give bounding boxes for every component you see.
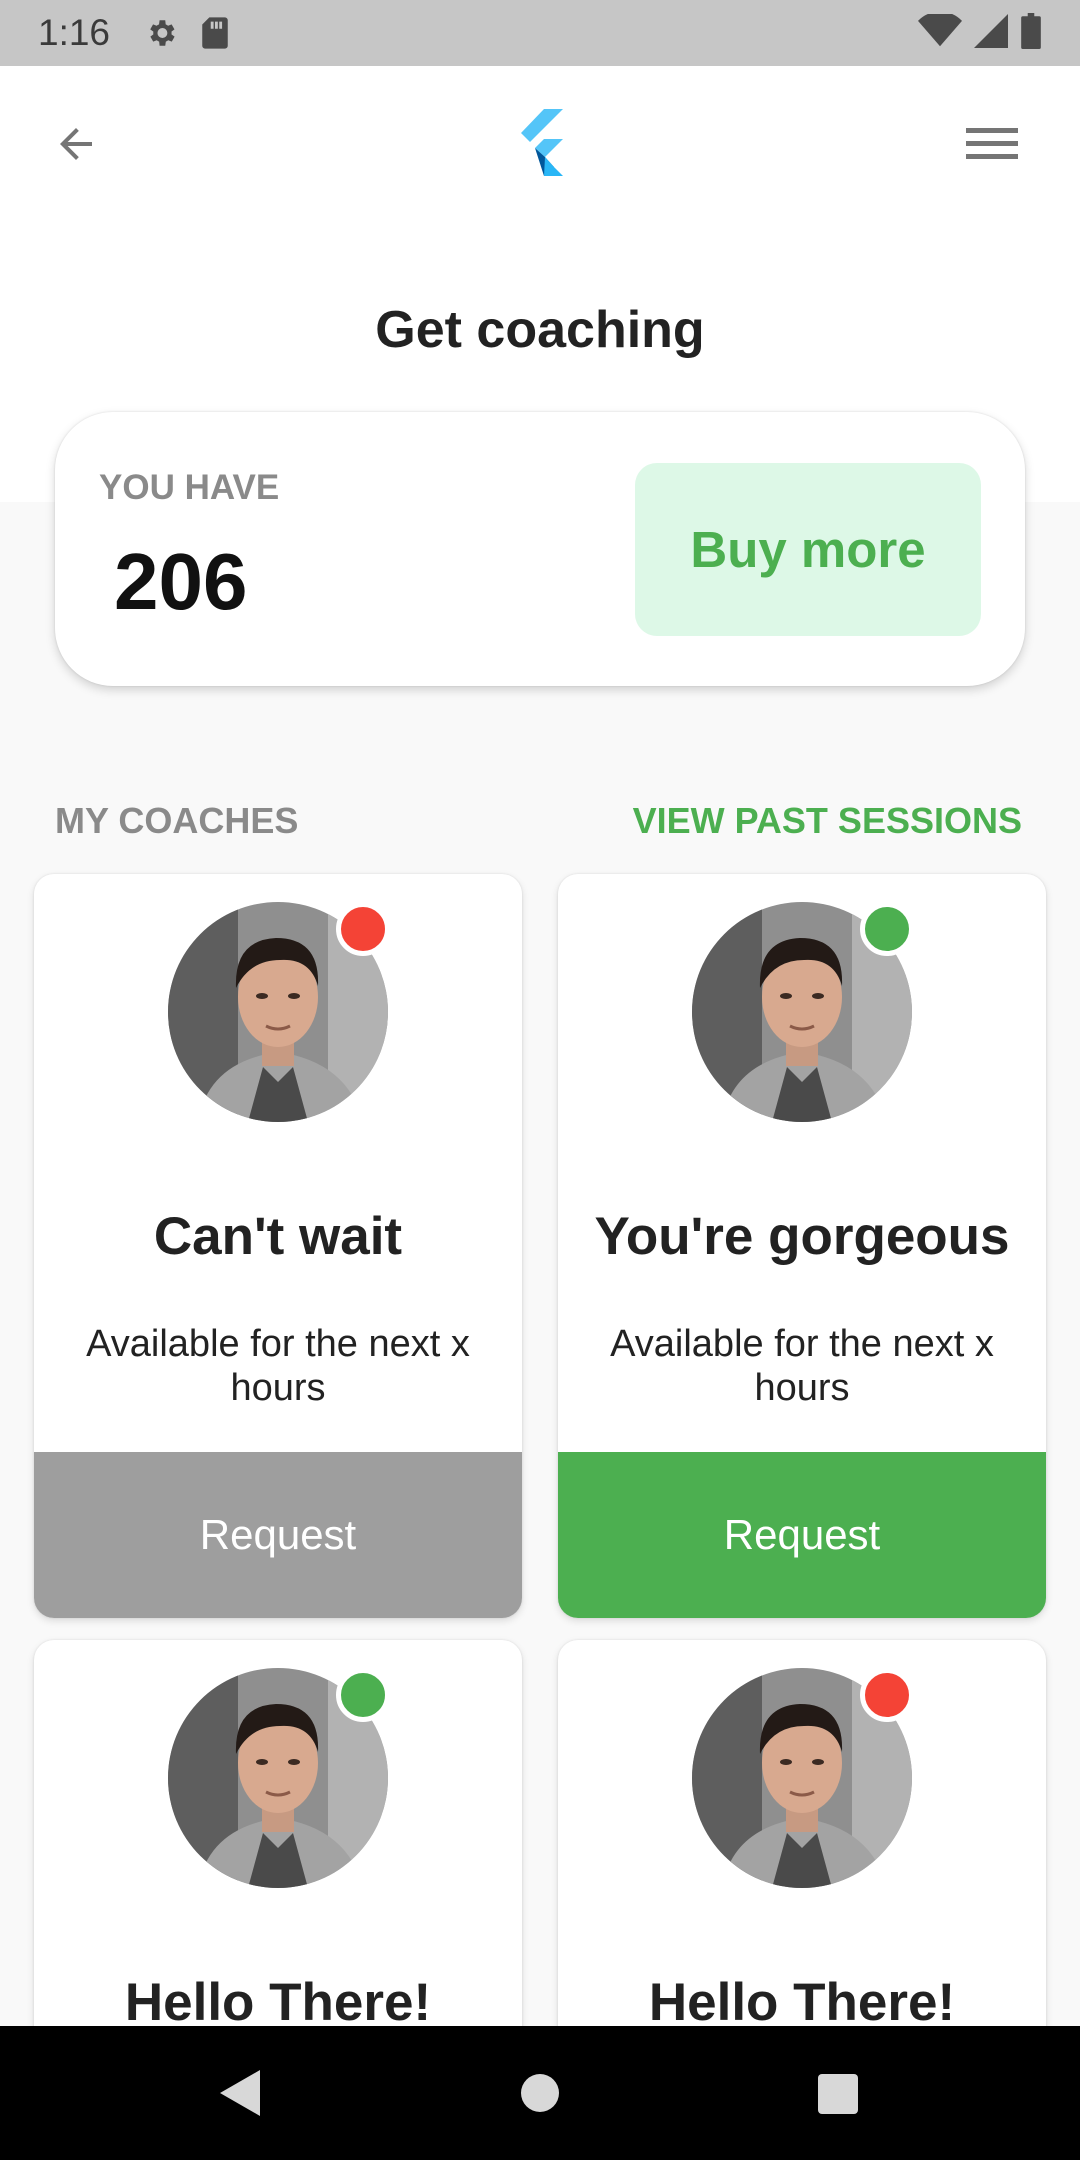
system-navigation-bar (0, 2026, 1080, 2160)
status-dot (860, 902, 914, 956)
credits-label: YOU HAVE (99, 468, 280, 507)
menu-button[interactable] (964, 118, 1020, 170)
app-bar (0, 66, 1080, 218)
coach-name: Hello There! (648, 1973, 956, 2032)
credits-card: YOU HAVE 206 Buy more (55, 412, 1025, 686)
flutter-logo (521, 109, 563, 176)
battery-icon (1020, 12, 1042, 54)
hamburger-menu-icon (966, 128, 1018, 159)
coach-name: You're gorgeous (594, 1207, 1010, 1266)
cell-signal-icon (974, 13, 1008, 53)
coach-name: Can't wait (153, 1207, 403, 1266)
status-dot (336, 902, 390, 956)
nav-home-icon[interactable] (521, 2074, 559, 2112)
request-button[interactable]: Request (34, 1452, 522, 1618)
coach-name: Hello There! (124, 1973, 432, 2032)
my-coaches-heading: MY COACHES (55, 800, 299, 841)
status-dot (336, 1668, 390, 1722)
buy-more-button[interactable]: Buy more (635, 463, 981, 636)
nav-recents-icon[interactable] (818, 2074, 858, 2114)
wifi-icon (918, 10, 962, 53)
coach-availability: Available for the next x hours (86, 1323, 470, 1409)
status-dot (860, 1668, 914, 1722)
back-button[interactable] (48, 116, 104, 172)
coach-card[interactable]: Can't wait Available for the next x hour… (34, 874, 522, 1618)
sd-card-icon (200, 16, 230, 50)
status-time: 1:16 (38, 12, 111, 53)
page-title: Get coaching (375, 301, 705, 359)
coach-availability: Available for the next x hours (610, 1323, 994, 1409)
coach-card[interactable]: Hello There! (558, 1640, 1046, 2060)
settings-icon (144, 16, 178, 50)
status-bar: 1:16 (0, 0, 1080, 66)
nav-back-icon[interactable] (218, 2068, 262, 2118)
credits-value: 206 (114, 537, 248, 626)
request-button[interactable]: Request (558, 1452, 1046, 1618)
view-past-sessions-link[interactable]: VIEW PAST SESSIONS (633, 800, 1022, 842)
coach-card[interactable]: You're gorgeous Available for the next x… (558, 874, 1046, 1618)
coach-card[interactable]: Hello There! (34, 1640, 522, 2060)
arrow-back-icon (60, 128, 92, 160)
